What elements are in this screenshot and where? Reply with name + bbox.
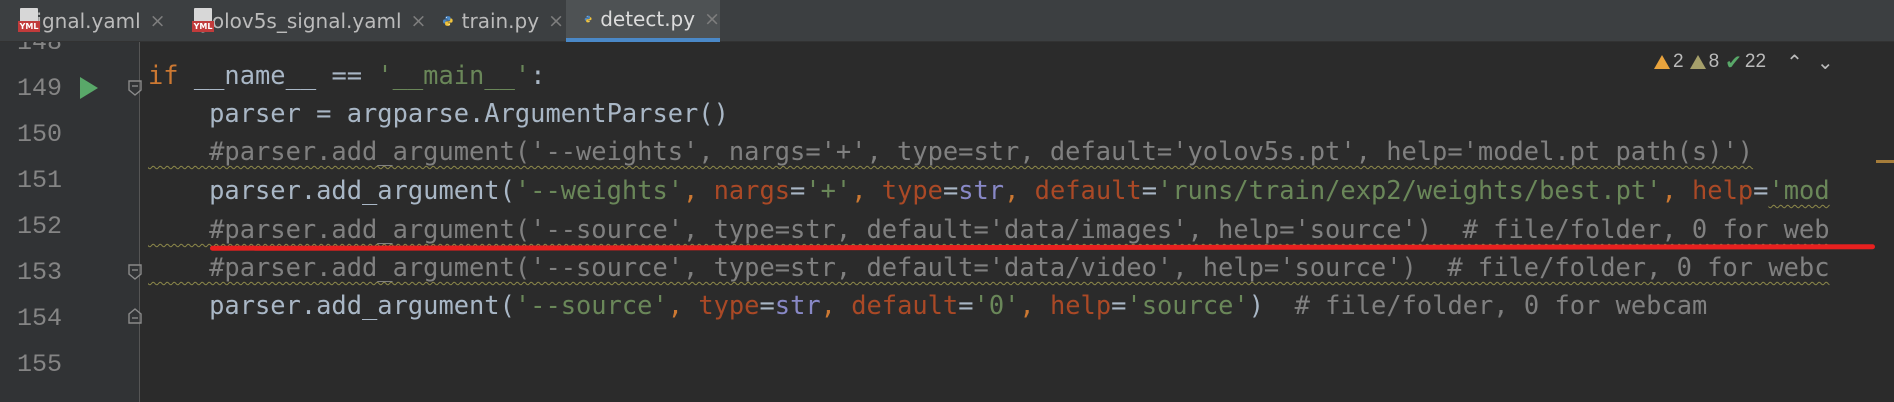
scrollbar-warning-marker[interactable]	[1876, 160, 1894, 163]
code-token: =	[1111, 290, 1127, 320]
line-number: 155	[16, 350, 62, 379]
run-icon[interactable]	[80, 77, 98, 99]
code-token: )	[1248, 290, 1265, 320]
code-token: ,	[851, 175, 882, 205]
line-number: 148	[16, 42, 62, 57]
keyword-argument: help	[1049, 290, 1112, 320]
string-literal: '0'	[973, 290, 1020, 320]
code-line-155[interactable]: parser.add_argument('--source', type=str…	[148, 282, 1707, 328]
line-number: 150	[16, 120, 62, 149]
close-icon[interactable]: ×	[704, 8, 720, 30]
chevron-down-icon[interactable]: ⌄	[1817, 50, 1834, 74]
tab-label: yolov5s_signal.yaml	[200, 9, 402, 33]
code-token: ,	[820, 290, 852, 320]
tab-label: train.py	[461, 9, 540, 33]
fold-marker-icon[interactable]	[128, 264, 142, 280]
code-token: =	[1753, 175, 1769, 205]
code-token: ==	[331, 60, 363, 90]
inspection-widget[interactable]: 2 8 ✔ 22 ⌃ ⌄	[1654, 42, 1894, 82]
code-token: =	[1141, 175, 1157, 205]
code-token: ,	[1019, 290, 1050, 320]
line-number: 152	[16, 212, 62, 241]
keyword-argument: help	[1692, 175, 1754, 205]
string-literal: '__main__'	[377, 60, 531, 90]
string-literal: '--weights'	[514, 175, 684, 205]
line-number: 149	[16, 74, 62, 103]
code-token: parser.add_argument(	[148, 175, 515, 205]
close-icon[interactable]: ×	[548, 10, 564, 32]
code-token: ,	[683, 175, 714, 205]
string-literal: 'runs/train/exp2/weights/best.pt'	[1156, 175, 1662, 205]
string-literal: 'source'	[1126, 290, 1249, 320]
close-icon[interactable]: ×	[150, 10, 166, 32]
builtin-name: str	[958, 175, 1005, 205]
python-file-icon	[442, 16, 453, 26]
code-token: =	[759, 290, 775, 320]
tab-signal-yaml[interactable]: YML signal.yaml ×	[0, 0, 166, 42]
line-number: 154	[16, 304, 62, 333]
keyword-argument: type	[881, 175, 943, 205]
string-literal: 'mod	[1768, 175, 1830, 205]
chevron-up-icon[interactable]: ⌃	[1786, 50, 1803, 74]
editor-tab-bar: YML signal.yaml × YML yolov5s_signal.yam…	[0, 0, 1894, 42]
builtin-name: str	[774, 290, 821, 320]
code-token: :	[530, 60, 546, 90]
line-number: 151	[16, 166, 62, 195]
warning-count[interactable]: 8	[1689, 51, 1720, 73]
comment: # file/folder, 0 for webcam	[1264, 290, 1708, 320]
warning-count-value: 8	[1708, 51, 1720, 72]
error-count[interactable]: 2	[1654, 51, 1684, 73]
code-token: ,	[1004, 175, 1035, 205]
comment: #parser.add_argument('--weights', nargs=…	[148, 136, 1754, 166]
tab-label: detect.py	[600, 7, 696, 31]
code-token: =	[790, 175, 806, 205]
string-literal: '+'	[805, 175, 852, 205]
keyword-argument: type	[698, 290, 760, 320]
fold-marker-icon[interactable]	[128, 80, 142, 96]
code-token: ,	[1661, 175, 1693, 205]
code-token: =	[958, 290, 974, 320]
keyword-argument: nargs	[713, 175, 791, 205]
weak-warning-count[interactable]: ✔ 22	[1725, 50, 1766, 74]
code-token: __name__	[178, 60, 332, 90]
code-token: =	[942, 175, 959, 205]
tab-train-py[interactable]: train.py ×	[424, 0, 564, 42]
line-number-gutter[interactable]: 148 149 150 151 152 153 154 155	[0, 42, 142, 402]
fold-end-marker-icon[interactable]	[128, 308, 142, 324]
tab-yolov5s-signal-yaml[interactable]: YML yolov5s_signal.yaml ×	[174, 0, 426, 42]
string-literal: '--source'	[514, 290, 668, 320]
keyword-argument: default	[1034, 175, 1142, 205]
error-count-value: 2	[1673, 51, 1684, 72]
comment: #parser.add_argument('--source', type=st…	[148, 214, 1830, 244]
code-token: parser.add_argument(	[148, 290, 515, 320]
error-icon	[1654, 55, 1670, 69]
tab-label: signal.yaml	[26, 9, 141, 33]
weak-warning-count-value: 22	[1744, 51, 1767, 72]
warning-icon	[1689, 55, 1706, 69]
code-token: ,	[667, 290, 699, 320]
keyword: if	[148, 60, 179, 90]
code-editor[interactable]: 148 149 150 151 152 153 154 155 if __nam…	[0, 42, 1894, 402]
python-file-icon	[584, 15, 592, 23]
comment: #parser.add_argument('--source', type=st…	[148, 252, 1830, 282]
line-number: 153	[16, 258, 62, 287]
tab-detect-py[interactable]: detect.py ×	[566, 0, 720, 42]
keyword-argument: default	[851, 290, 959, 320]
check-icon: ✔	[1725, 50, 1742, 74]
